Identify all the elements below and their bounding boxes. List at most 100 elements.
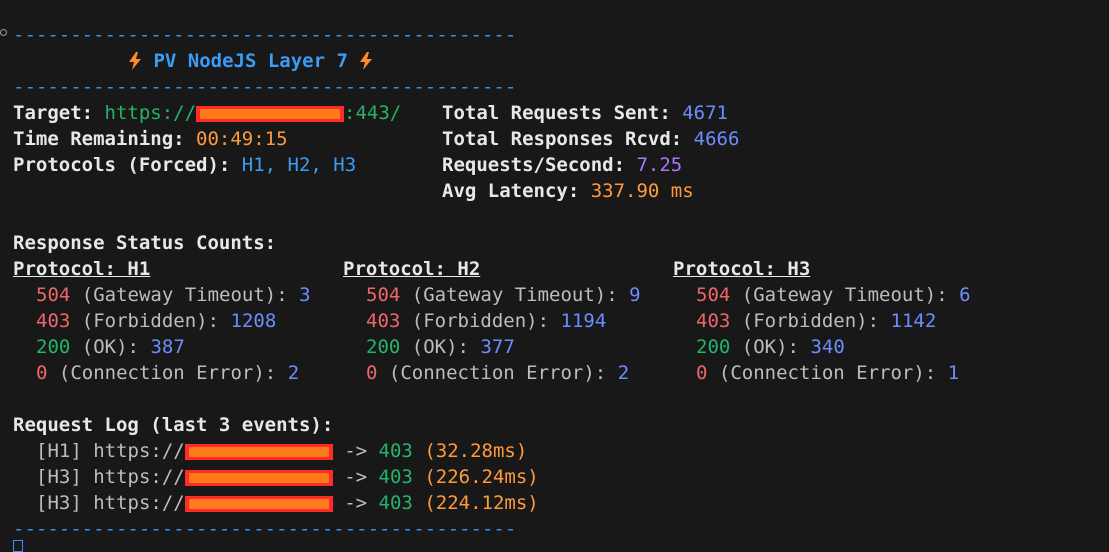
status-count: 1142 <box>890 310 937 332</box>
status-code: 0 <box>366 362 378 384</box>
status-desc: (Forbidden): <box>81 310 220 332</box>
status-count: 387 <box>150 336 185 358</box>
target-line: Target: https:// :443/ <box>13 100 401 126</box>
status-code: 200 <box>36 336 71 358</box>
status-code: 504 <box>36 284 71 306</box>
status-row: 504 (Gateway Timeout): 6 <box>696 282 971 308</box>
target-url-prefix: https:// <box>104 102 197 124</box>
status-desc: (Gateway Timeout): <box>81 284 288 306</box>
status-code: 403 <box>36 310 71 332</box>
status-desc: (Forbidden): <box>411 310 550 332</box>
status-code: 0 <box>696 362 708 384</box>
rps-label: Requests/Second: <box>442 154 626 176</box>
bolt-icon <box>359 48 373 74</box>
log-status: 403 <box>378 466 413 488</box>
rcvd-line: Total Responses Rcvd: 4666 <box>442 126 739 152</box>
status-row: 200 (OK): 340 <box>696 334 845 360</box>
status-desc: (OK): <box>411 336 469 358</box>
status-count: 2 <box>287 362 300 384</box>
bolt-icon <box>128 48 142 74</box>
status-desc: (Connection Error): <box>388 362 607 384</box>
rcvd-value: 4666 <box>693 128 740 150</box>
status-row: 0 (Connection Error): 1 <box>696 360 959 386</box>
log-arrow: -> <box>344 492 368 514</box>
status-row: 0 (Connection Error): 2 <box>366 360 629 386</box>
log-arrow: -> <box>344 440 368 462</box>
log-entry: [H3] https:// -> 403 (224.12ms) <box>36 490 539 516</box>
status-count: 6 <box>959 284 971 306</box>
status-row: 403 (Forbidden): 1194 <box>366 308 606 334</box>
status-desc: (Connection Error): <box>718 362 937 384</box>
status-count: 340 <box>810 336 845 358</box>
log-status: 403 <box>378 492 413 514</box>
log-protocol: [H3] <box>36 492 82 514</box>
protocols-value: H1, H2, H3 <box>241 154 357 176</box>
status-code: 403 <box>696 310 731 332</box>
banner: PV NodeJS Layer 7 <box>128 48 373 74</box>
time-label: Time Remaining: <box>13 128 185 150</box>
sent-label: Total Requests Sent: <box>442 102 671 124</box>
status-count: 9 <box>629 284 641 306</box>
status-code: 200 <box>366 336 401 358</box>
status-count: 1 <box>947 362 960 384</box>
log-latency: (32.28ms) <box>424 440 528 462</box>
divider-top: ----------------------------------------… <box>13 24 517 46</box>
status-count: 1194 <box>560 310 607 332</box>
status-desc: (OK): <box>81 336 139 358</box>
status-row: 504 (Gateway Timeout): 3 <box>36 282 311 308</box>
log-arrow: -> <box>344 466 368 488</box>
protocol-h3-header: Protocol: H3 <box>673 258 811 280</box>
status-row: 200 (OK): 387 <box>36 334 185 360</box>
log-latency: (226.24ms) <box>424 466 539 488</box>
status-row: 403 (Forbidden): 1208 <box>36 308 276 334</box>
status-row: 504 (Gateway Timeout): 9 <box>366 282 641 308</box>
latency-line: Avg Latency: 337.90 ms <box>442 178 694 204</box>
time-value: 00:49:15 <box>196 128 288 150</box>
status-code: 504 <box>696 284 731 306</box>
protocol-h1-header: Protocol: H1 <box>13 258 151 280</box>
divider-bottom: ----------------------------------------… <box>13 518 517 540</box>
status-count: 1208 <box>230 310 277 332</box>
terminal-cursor[interactable] <box>13 540 23 552</box>
status-count: 377 <box>480 336 515 358</box>
log-entry: [H1] https:// -> 403 (32.28ms) <box>36 438 527 464</box>
sent-value: 4671 <box>682 102 728 124</box>
status-count: 3 <box>299 284 311 306</box>
log-url-prefix: https:// <box>93 466 185 488</box>
log-url-prefix: https:// <box>93 440 185 462</box>
redacted-host <box>184 443 333 460</box>
time-line: Time Remaining: 00:49:15 <box>13 126 288 152</box>
target-url-suffix: :443/ <box>344 102 402 124</box>
log-protocol: [H3] <box>36 466 82 488</box>
protocol-h2-header: Protocol: H2 <box>343 258 481 280</box>
latency-value: 337.90 ms <box>590 180 694 202</box>
app-title: PV NodeJS Layer 7 <box>153 50 348 72</box>
log-protocol: [H1] <box>36 440 82 462</box>
rps-line: Requests/Second: 7.25 <box>442 152 682 178</box>
sent-line: Total Requests Sent: 4671 <box>442 100 728 126</box>
target-label: Target: <box>13 102 94 124</box>
status-row: 403 (Forbidden): 1142 <box>696 308 936 334</box>
status-desc: (Forbidden): <box>741 310 880 332</box>
rps-value: 7.25 <box>636 154 683 176</box>
latency-label: Avg Latency: <box>442 180 580 202</box>
log-url-prefix: https:// <box>93 492 185 514</box>
redacted-host <box>196 105 345 122</box>
redacted-host <box>184 469 333 486</box>
rcvd-label: Total Responses Rcvd: <box>442 128 683 150</box>
status-row: 0 (Connection Error): 2 <box>36 360 299 386</box>
redacted-host <box>184 495 333 512</box>
log-status: 403 <box>378 440 413 462</box>
terminal-gutter-marker <box>0 29 7 36</box>
divider-banner: ----------------------------------------… <box>13 76 517 98</box>
status-code: 0 <box>36 362 48 384</box>
log-entry: [H3] https:// -> 403 (226.24ms) <box>36 464 539 490</box>
status-code: 200 <box>696 336 731 358</box>
log-latency: (224.12ms) <box>424 492 539 514</box>
status-code: 403 <box>366 310 401 332</box>
status-row: 200 (OK): 377 <box>366 334 515 360</box>
log-heading: Request Log (last 3 events): <box>13 414 334 436</box>
status-desc: (Connection Error): <box>58 362 277 384</box>
protocols-line: Protocols (Forced): H1, H2, H3 <box>13 152 356 178</box>
status-count: 2 <box>617 362 630 384</box>
